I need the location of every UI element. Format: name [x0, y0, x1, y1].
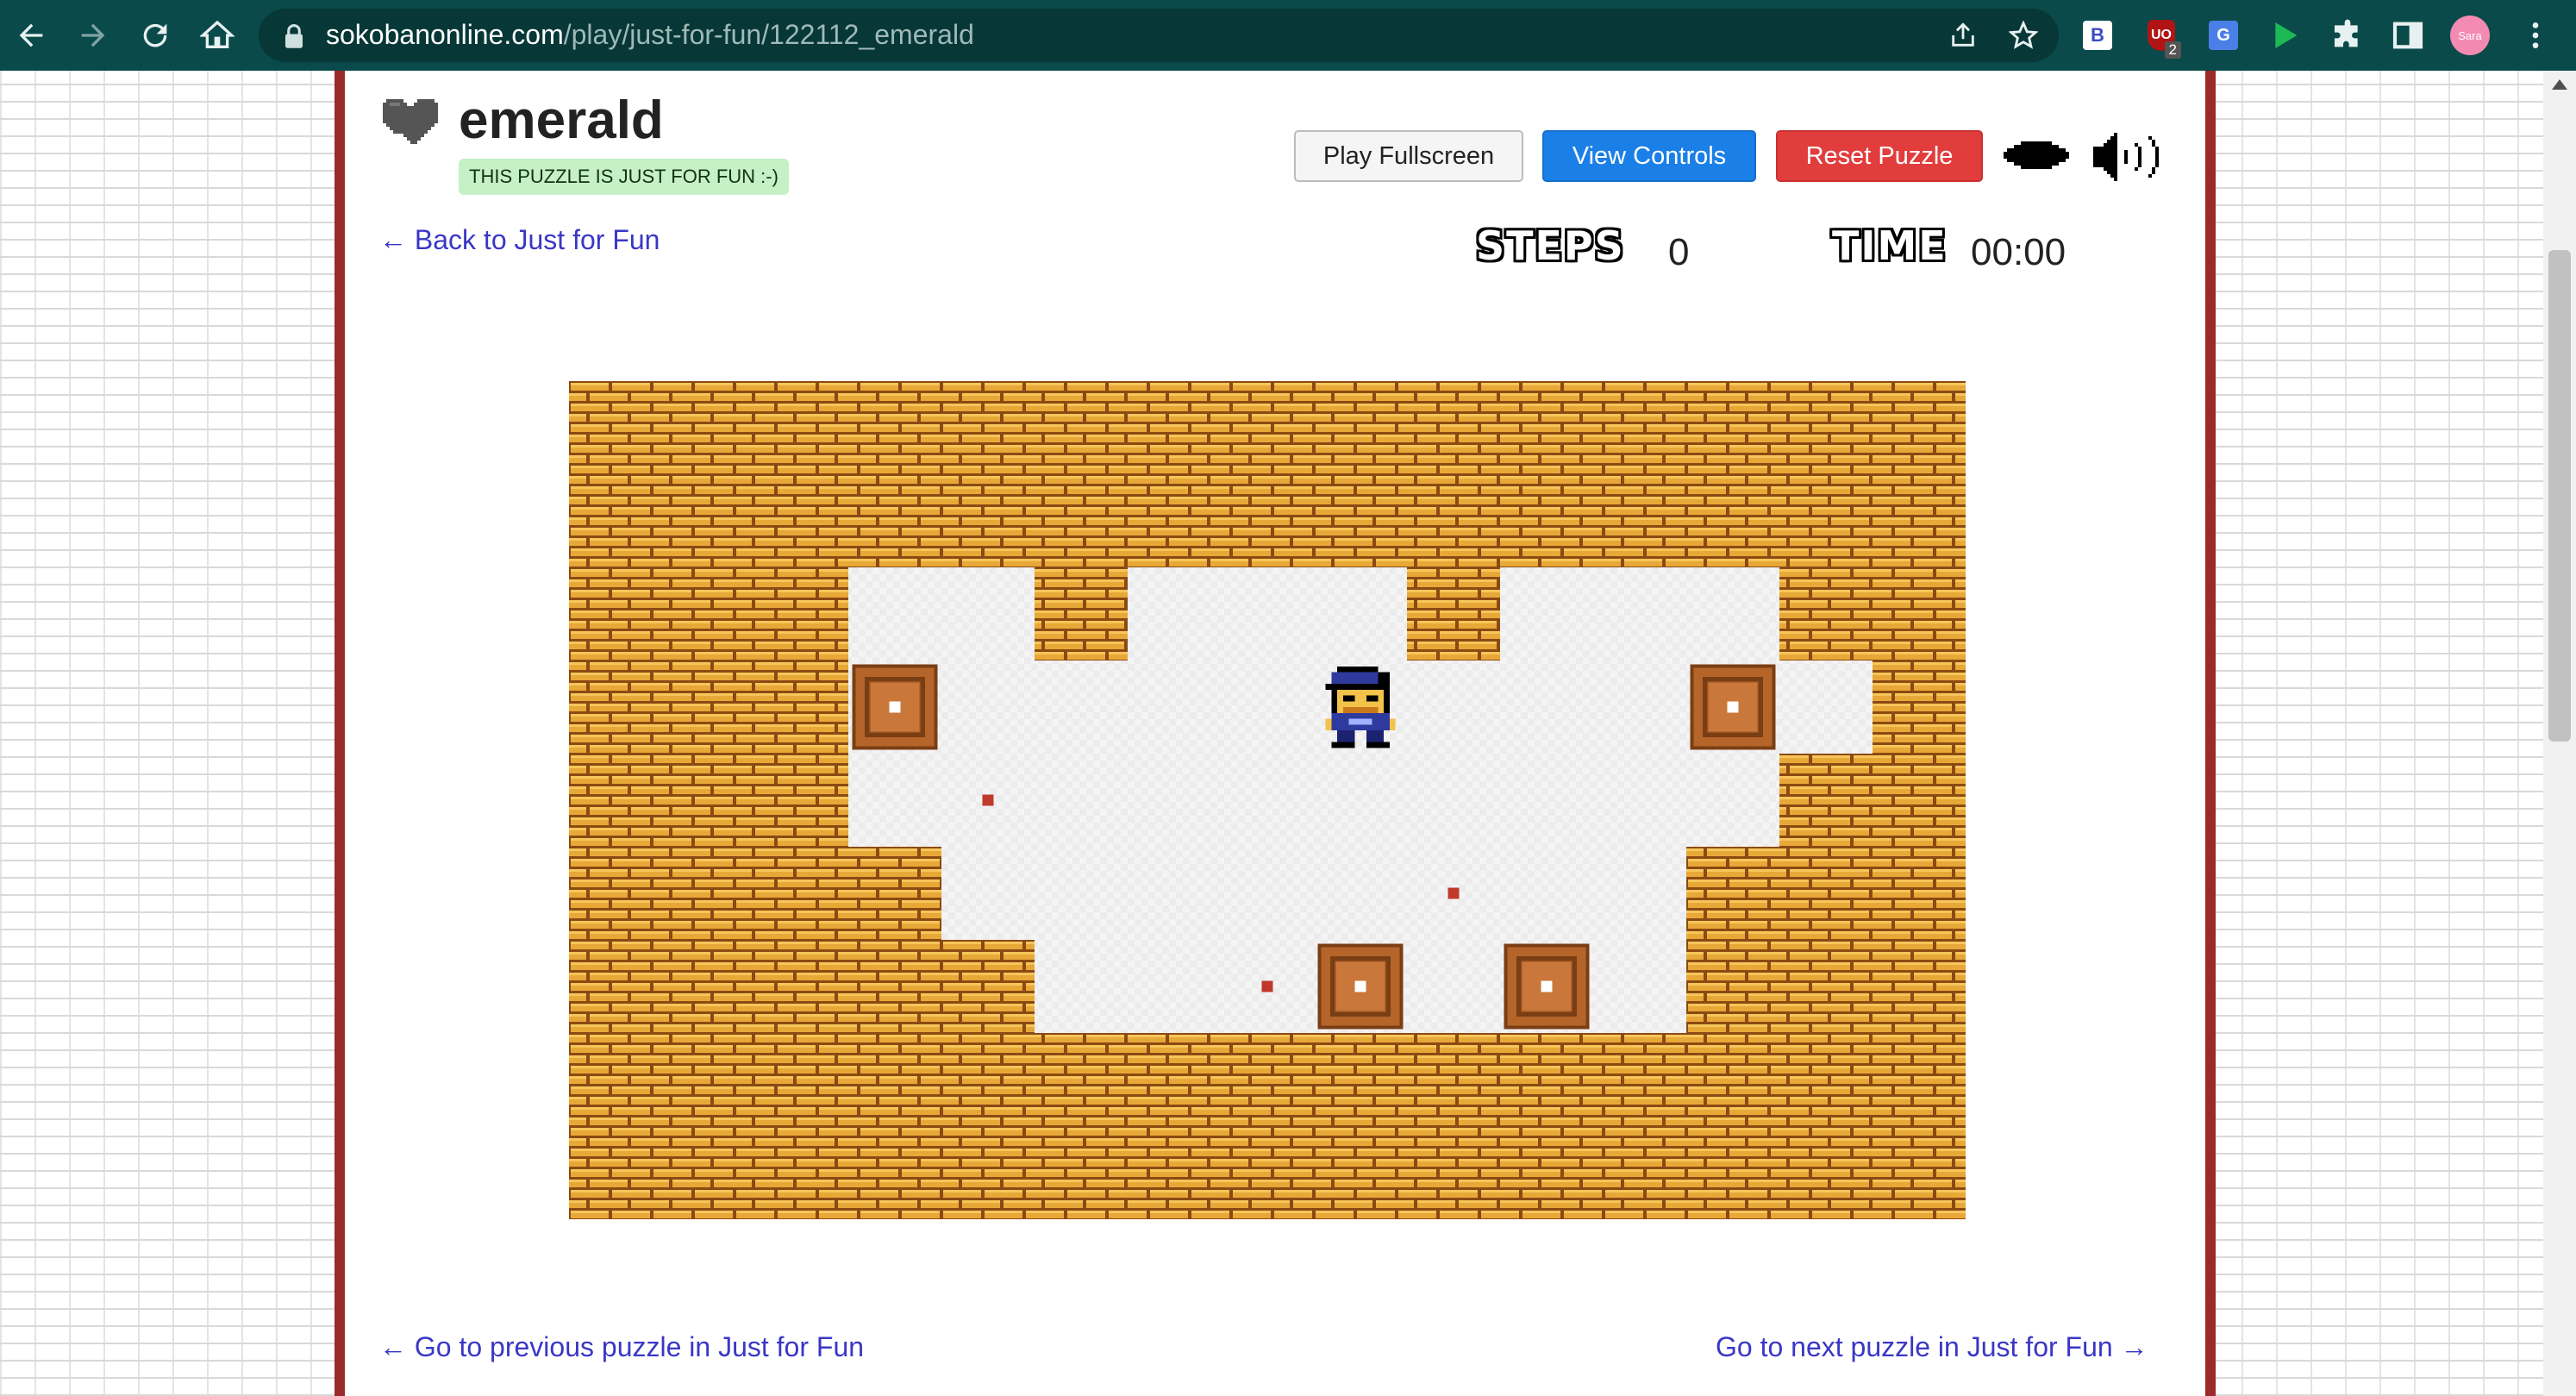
floor-tile [1779, 660, 1873, 754]
time-label: TIME [1832, 222, 1948, 269]
floor-tile [1221, 847, 1314, 940]
back-to-category-link[interactable]: ← Back to Just for Fun [379, 224, 660, 256]
floor-tile [1035, 940, 1128, 1033]
floor-tile [1035, 847, 1128, 940]
floor-tile [1128, 754, 1221, 847]
goal-marker [1261, 980, 1273, 992]
goal-marker [982, 794, 994, 806]
music-toggle-icon[interactable] [2000, 138, 2074, 172]
steps-counter: 0 [1668, 231, 1690, 273]
floor-tile [1035, 754, 1128, 847]
floor-tile [1128, 567, 1221, 660]
scroll-up-arrow-icon[interactable] [2552, 79, 2567, 90]
floor-tile [1128, 940, 1221, 1033]
side-panel-icon[interactable] [2388, 16, 2428, 55]
floor-tile [1500, 754, 1593, 847]
scrollbar-thumb[interactable] [2548, 250, 2571, 742]
next-puzzle-link[interactable]: Go to next puzzle in Just for Fun → [1716, 1331, 2148, 1363]
floor-tile [1593, 847, 1686, 940]
time-counter: 00:00 [1971, 231, 2066, 273]
address-bar[interactable]: sokobanonline.com/play/just-for-fun/1221… [259, 9, 2059, 62]
floor-tile [1314, 754, 1407, 847]
floor-tile [1407, 940, 1500, 1033]
crate[interactable] [1690, 664, 1776, 750]
goal-marker [1447, 887, 1460, 899]
floor-tile [1128, 660, 1221, 754]
crate[interactable] [852, 664, 938, 750]
floor-tile [1221, 660, 1314, 754]
reload-icon[interactable] [131, 11, 179, 59]
forward-arrow-icon[interactable] [69, 11, 117, 59]
floor-tile [941, 660, 1035, 754]
ublock-extension-icon[interactable]: UO 2 [2141, 16, 2181, 59]
floor-tile [1500, 847, 1593, 940]
floor-tile [1686, 754, 1779, 847]
view-controls-button[interactable]: View Controls [1542, 130, 1756, 182]
steps-label: STEPS [1476, 222, 1625, 269]
floor-tile [941, 847, 1035, 940]
floor-tile [1593, 660, 1686, 754]
play-fullscreen-button[interactable]: Play Fullscreen [1294, 130, 1523, 182]
game-board[interactable] [569, 381, 1966, 1219]
play-extension-icon[interactable] [2266, 16, 2305, 55]
floor-tile [1407, 660, 1500, 754]
floor-tile [1593, 940, 1686, 1033]
reset-puzzle-button[interactable]: Reset Puzzle [1776, 130, 1983, 182]
board-canvas [569, 381, 1966, 1219]
floor-tile [1314, 567, 1407, 660]
floor-tile [1221, 567, 1314, 660]
previous-puzzle-link[interactable]: ← Go to previous puzzle in Just for Fun [379, 1331, 864, 1363]
back-arrow-icon[interactable] [7, 11, 55, 59]
floor-tile [1593, 567, 1686, 660]
puzzle-title: emerald [459, 91, 664, 150]
floor-tile [1128, 847, 1221, 940]
floor-tile [1686, 567, 1779, 660]
crate[interactable] [1317, 943, 1404, 1030]
sound-toggle-icon[interactable] [2090, 129, 2164, 185]
home-icon[interactable] [193, 11, 241, 59]
crate[interactable] [1504, 943, 1590, 1030]
floor-tile [1035, 660, 1128, 754]
floor-tile [1500, 660, 1593, 754]
bookmark-star-icon[interactable] [2009, 21, 2038, 50]
floor-tile [848, 567, 941, 660]
floor-tile [1407, 754, 1500, 847]
extensions-puzzle-icon[interactable] [2328, 16, 2367, 55]
favorite-heart-icon[interactable] [379, 91, 441, 148]
share-icon[interactable] [1948, 21, 1978, 50]
bitwarden-extension-icon[interactable]: B [2078, 16, 2117, 55]
floor-tile [1593, 754, 1686, 847]
browser-toolbar: sokobanonline.com/play/just-for-fun/1221… [0, 0, 2576, 71]
floor-tile [941, 567, 1035, 660]
url-text: sokobanonline.com/play/just-for-fun/1221… [326, 19, 974, 50]
lock-icon [285, 23, 303, 48]
profile-avatar[interactable]: Sara [2450, 16, 2490, 55]
floor-tile [1221, 754, 1314, 847]
google-translate-extension-icon[interactable]: G [2204, 16, 2243, 55]
browser-menu-icon[interactable] [2516, 16, 2555, 55]
just-for-fun-badge: THIS PUZZLE IS JUST FOR FUN :-) [459, 159, 789, 195]
floor-tile [1314, 847, 1407, 940]
floor-tile [1500, 567, 1593, 660]
floor-tile [848, 754, 941, 847]
